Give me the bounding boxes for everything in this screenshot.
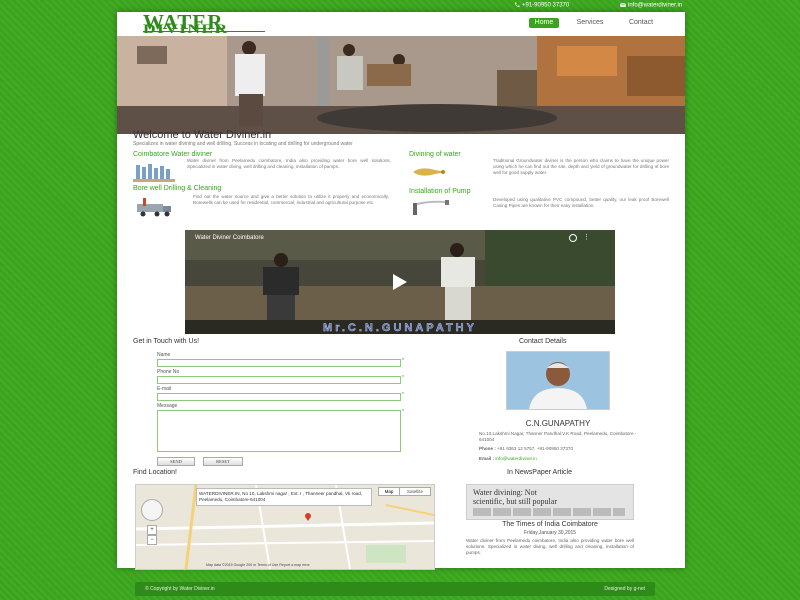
top-bar: +91-90950 37370 info@waterdiviner.in [0, 0, 800, 12]
map-info-window: WATERDIVINER.IN, No 10, Lakshmi nagar , … [196, 488, 372, 506]
contact-email-label: Email : [479, 456, 495, 461]
feature-title-divining: Divining of water [409, 151, 461, 158]
nav-contact[interactable]: Contact [623, 18, 659, 28]
mail-icon [620, 2, 626, 8]
email-input[interactable] [157, 393, 401, 401]
send-button[interactable]: SEND [157, 457, 195, 466]
video-frame [185, 230, 615, 334]
contact-phone-row: Phone : +91 9363 12 5757, +91-90950 3737… [479, 446, 573, 452]
video-caption: Mr.C.N.GUNAPATHY [323, 322, 477, 334]
clip-text-columns [473, 508, 625, 516]
clip-headline-2: scientific, but still popular [473, 497, 557, 506]
feature-title-pump: Installation of Pump [409, 188, 471, 195]
clock-icon[interactable] [569, 234, 577, 242]
top-phone: +91-90950 37370 [514, 2, 569, 9]
logo-diviner[interactable]: DIVINER [143, 22, 229, 35]
newspaper-text: Water diviner from Peelamedu coimbatore,… [466, 538, 634, 555]
contact-email-row: Email : info@waterdiviner.in [479, 456, 537, 462]
find-location-heading: Find Location! [133, 469, 177, 476]
message-required-mark: * [402, 409, 404, 415]
video-player[interactable]: Water Diviner Coimbatore ⋮ Mr.C.N.GUNAPA… [185, 230, 615, 334]
location-map[interactable]: WATERDIVINER.IN, No 10, Lakshmi nagar , … [135, 484, 435, 570]
newspaper-date: Friday,January 30,2015 [523, 530, 577, 536]
phone-icon [514, 2, 520, 8]
footer-copyright: © Copyright by Water Diviner.in [145, 586, 215, 592]
welcome-tagline: Specializes in water divining and well d… [133, 141, 353, 147]
phone-input[interactable] [157, 376, 401, 384]
feature-text-coimbatore: Water diviner from Peelamedu coimbatore,… [187, 158, 391, 169]
feature-image-pendulum [409, 162, 451, 182]
contact-phone-label: Phone : [479, 446, 496, 451]
map-attribution: Map data ©2015 Google 200 m Terms of Use… [206, 563, 310, 567]
nav-home[interactable]: Home [529, 18, 559, 28]
satellite-view-button[interactable]: Satellite [399, 487, 431, 496]
email-required-mark: * [402, 392, 404, 398]
logo-underline [143, 31, 265, 32]
contact-address: No.10,Lakshmi Nagar, Thanner Pandhal,V.K… [479, 431, 637, 442]
contact-details-heading: Contact Details [519, 338, 567, 345]
contact-name: C.N.GUNAPATHY [525, 419, 591, 428]
map-view-button[interactable]: Map [378, 487, 400, 496]
zoom-out-icon[interactable]: − [147, 535, 157, 545]
feature-title-coimbatore: Coimbatore Water diviner [133, 151, 213, 158]
feature-text-pump: Developed using qualitative PVC compound… [493, 197, 669, 208]
newspaper-clipping: Water divining: Not scientific, but stil… [466, 484, 634, 520]
clip-headline-1: Water divining: Not [473, 488, 537, 497]
message-label: Message [157, 403, 178, 409]
email-label: E-mail [157, 386, 172, 392]
newspaper-title: The Times of India Coimbatore [502, 521, 598, 528]
banner-drawing [117, 36, 685, 134]
banner-image [117, 36, 685, 134]
feature-image-borewell [133, 162, 175, 182]
newspaper-heading: In NewsPaper Article [507, 469, 572, 476]
video-title[interactable]: Water Diviner Coimbatore [195, 235, 264, 241]
feature-text-drilling: Find out the water source and give a bet… [193, 194, 389, 205]
contact-email-link[interactable]: info@waterdiviner.in [495, 456, 536, 461]
phone-required-mark: * [402, 375, 404, 381]
map-pan-control[interactable] [141, 499, 163, 521]
feature-text-divining: Traditional Groundwater diviner is the p… [493, 158, 669, 175]
top-email[interactable]: info@waterdiviner.in [620, 2, 682, 9]
share-icon[interactable]: ⋮ [583, 234, 590, 242]
feature-title-drilling: Bore well Drilling & Cleaning [133, 185, 222, 192]
feature-image-truck [133, 198, 175, 218]
phone-label: Phone No [157, 369, 180, 375]
contact-photo [506, 351, 610, 410]
nav-services[interactable]: Services [571, 18, 609, 28]
contact-form-heading: Get in Touch with Us! [133, 338, 200, 345]
welcome-title: Welcome to Water Diviner.in [133, 129, 272, 141]
name-required-mark: * [402, 358, 404, 364]
name-label: Name [157, 352, 171, 358]
zoom-in-icon[interactable]: + [147, 525, 157, 535]
contact-phone[interactable]: +91 9363 12 5757, +91-90950 37370 [497, 446, 573, 451]
page-container: WATER DIVINER Home Services Contact Welc [117, 12, 685, 570]
name-input[interactable] [157, 359, 401, 367]
footer-bar: © Copyright by Water Diviner.in Designed… [135, 582, 655, 596]
reset-button[interactable]: RESET [203, 457, 243, 466]
feature-image-pipe [409, 198, 451, 218]
footer-designer[interactable]: Designed by g-net [604, 586, 645, 592]
message-textarea[interactable] [157, 410, 401, 452]
